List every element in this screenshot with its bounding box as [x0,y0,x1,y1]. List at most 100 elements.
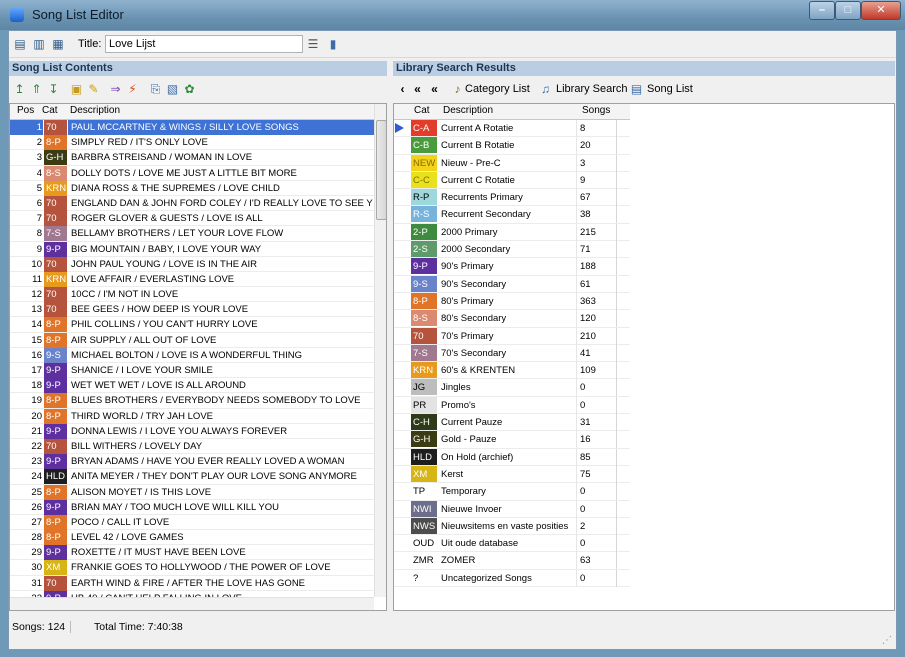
category-row[interactable]: PR Promo's 0 [394,396,630,415]
lib-songs-column-header[interactable]: Songs [582,105,610,116]
song-row[interactable]: 12 70 10CC / I'M NOT IN LOVE [10,287,374,303]
category-row[interactable]: NWS Nieuwsitems en vaste posities 2 [394,517,630,536]
song-row[interactable]: 25 8-P ALISON MOYET / IS THIS LOVE [10,484,374,500]
song-row[interactable]: 15 8-P AIR SUPPLY / ALL OUT OF LOVE [10,332,374,348]
song-row[interactable]: 27 8-P POCO / CALL IT LOVE [10,514,374,531]
category-row[interactable]: 8-P 80's Primary 363 [394,292,630,311]
category-row[interactable]: 9-P 90's Primary 188 [394,258,630,276]
category-row[interactable]: G-H Gold - Pauze 16 [394,431,630,449]
song-row[interactable]: 8 7-S BELLAMY BROTHERS / LET YOUR LOVE FLO… [10,226,374,242]
song-row[interactable]: 20 8-P THIRD WORLD / TRY JAH LOVE [10,408,374,424]
category-row[interactable]: OUD Uit oude database 0 [394,535,630,553]
song-row[interactable]: 28 8-P LEVEL 42 / LOVE GAMES [10,530,374,546]
song-list-link[interactable]: Song List [647,83,693,95]
song-list-grid[interactable]: Pos Cat Description 1 70 PAUL MCCARTNEY & … [9,103,387,611]
song-row[interactable]: 22 70 BILL WITHERS / LOVELY DAY [10,438,374,455]
category-row[interactable]: HLD On Hold (archief) 85 [394,448,630,466]
save-list-icon[interactable]: ▦ [51,37,65,51]
exit-door-icon[interactable]: ▮ [326,37,340,51]
open-list-icon[interactable]: ▥ [32,37,46,51]
category-row[interactable]: 9-S 90's Secondary 61 [394,275,630,293]
move-up-icon[interactable]: ↥ [13,83,26,96]
song-row[interactable]: 6 70 ENGLAND DAN & JOHN FORD COLEY / I'D R… [10,195,374,212]
song-vertical-scrollbar[interactable] [374,104,386,597]
cat-column-header[interactable]: Cat [42,105,58,116]
list-view-icon[interactable]: ☰ [306,37,320,51]
music-note-icon: ♪ [454,82,461,96]
category-row[interactable]: JG Jingles 0 [394,379,630,397]
category-row[interactable]: ZMR ZOMER 63 [394,552,630,570]
copy-icon[interactable]: ⎘ [149,83,162,96]
song-description: WET WET WET / LOVE IS ALL AROUND [71,380,246,392]
category-row[interactable]: 8-S 80's Secondary 120 [394,310,630,328]
category-row[interactable]: C-B Current B Rotatie 20 [394,137,630,155]
category-row[interactable]: 2-S 2000 Secondary 71 [394,241,630,259]
double-back-icon[interactable]: « [411,83,424,96]
category-list-link[interactable]: Category List [465,83,530,95]
song-row[interactable]: 3 G-H BARBRA STREISAND / WOMAN IN LOVE [10,150,374,166]
title-input[interactable] [105,35,303,53]
minimize-button[interactable]: – [809,1,835,20]
description-column-header[interactable]: Description [70,105,120,116]
category-row[interactable]: C-A Current A Rotatie 8 [394,120,630,138]
category-row[interactable]: TP Temporary 0 [394,483,630,501]
song-row[interactable]: 11 KRN LOVE AFFAIR / EVERLASTING LOVE [10,271,374,288]
resize-grip-icon[interactable]: ⋰ [882,635,894,647]
song-row[interactable]: 2 8-P SIMPLY RED / IT'S ONLY LOVE [10,135,374,151]
song-row[interactable]: 30 XM FRANKIE GOES TO HOLLYWOOD / THE POWE… [10,560,374,576]
song-row[interactable]: 5 KRN DIANA ROSS & THE SUPREMES / LOVE CHI… [10,180,374,196]
category-row[interactable]: KRN 60's & KRENTEN 109 [394,362,630,380]
category-row[interactable]: C-C Current C Rotatie 9 [394,171,630,190]
song-row[interactable]: 31 70 EARTH WIND & FIRE / AFTER THE LOVE H… [10,575,374,591]
song-row[interactable]: 4 8-S DOLLY DOTS / LOVE ME JUST A LITTLE B… [10,165,374,181]
properties-icon[interactable]: ▧ [166,83,179,96]
close-button[interactable]: ✕ [861,1,901,20]
category-row[interactable]: ? Uncategorized Songs 0 [394,569,630,588]
category-row[interactable]: 7-S 70's Secondary 41 [394,344,630,363]
song-row[interactable]: 26 9-P BRIAN MAY / TOO MUCH LOVE WILL KILL… [10,499,374,515]
song-row[interactable]: 18 9-P WET WET WET / LOVE IS ALL AROUND [10,378,374,394]
song-scroll-thumb[interactable] [376,120,386,220]
pos-column-header[interactable]: Pos [17,105,34,116]
category-row[interactable]: 2-P 2000 Primary 215 [394,223,630,242]
category-row[interactable]: 70 70's Primary 210 [394,327,630,345]
library-search-link[interactable]: Library Search [556,83,628,95]
song-row[interactable]: 13 70 BEE GEES / HOW DEEP IS YOUR LOVE [10,302,374,318]
song-row[interactable]: 1 70 PAUL MCCARTNEY & WINGS / SILLY LOVE S… [10,120,374,136]
maximize-button[interactable]: □ [835,1,861,20]
category-code-badge: NWS [411,517,437,534]
song-row[interactable]: 24 HLD ANITA MEYER / THEY DON'T PLAY OUR L… [10,469,374,485]
song-row[interactable]: 19 8-P BLUES BROTHERS / EVERYBODY NEEDS SO… [10,393,374,409]
song-row[interactable]: 21 9-P DONNA LEWIS / I LOVE YOU ALWAYS FOR… [10,423,374,439]
new-list-icon[interactable]: ▤ [13,37,27,51]
category-row[interactable]: NEW Nieuw - Pre-C 3 [394,154,630,172]
song-row[interactable]: 29 9-P ROXETTE / IT MUST HAVE BEEN LOVE [10,545,374,561]
song-row[interactable]: 17 9-P SHANICE / I LOVE YOUR SMILE [10,363,374,379]
category-row[interactable]: NWI Nieuwe Invoer 0 [394,500,630,518]
song-row[interactable]: 10 70 JOHN PAUL YOUNG / LOVE IS IN THE AIR [10,256,374,272]
song-row[interactable]: 14 8-P PHIL COLLINS / YOU CAN'T HURRY LOVE [10,317,374,333]
transfer-icon[interactable]: ⇒ [109,83,122,96]
edit-song-icon[interactable]: ✎ [87,83,100,96]
shuffle-icon[interactable]: ✿ [183,83,196,96]
move-down-icon[interactable]: ↧ [47,83,60,96]
library-results-grid[interactable]: Cat Description Songs C-A Current A Rotat… [393,103,895,611]
song-horizontal-scrollbar[interactable] [10,597,374,610]
category-row[interactable]: C-H Current Pauze 31 [394,414,630,432]
lib-cat-column-header[interactable]: Cat [414,105,430,116]
insert-song-icon[interactable]: ▣ [70,83,83,96]
category-description: Jingles [438,379,577,397]
lib-description-column-header[interactable]: Description [443,105,493,116]
song-row[interactable]: 16 9-S MICHAEL BOLTON / LOVE IS A WONDERFU… [10,347,374,363]
category-row[interactable]: R-S Recurrent Secondary 38 [394,206,630,224]
move-to-top-icon[interactable]: ⇑ [30,83,43,96]
clear-icon[interactable]: ⚡ [126,83,139,96]
category-description: Promo's [438,396,577,414]
category-row[interactable]: XM Kerst 75 [394,465,630,484]
back-icon[interactable]: ‹ [396,83,409,96]
category-row[interactable]: R-P Recurrents Primary 67 [394,189,630,207]
song-row[interactable]: 23 9-P BRYAN ADAMS / HAVE YOU EVER REALLY … [10,454,374,470]
first-icon[interactable]: « [428,83,441,96]
song-row[interactable]: 7 70 ROGER GLOVER & GUESTS / LOVE IS ALL [10,211,374,227]
song-row[interactable]: 9 9-P BIG MOUNTAIN / BABY, I LOVE YOUR WAY [10,241,374,257]
